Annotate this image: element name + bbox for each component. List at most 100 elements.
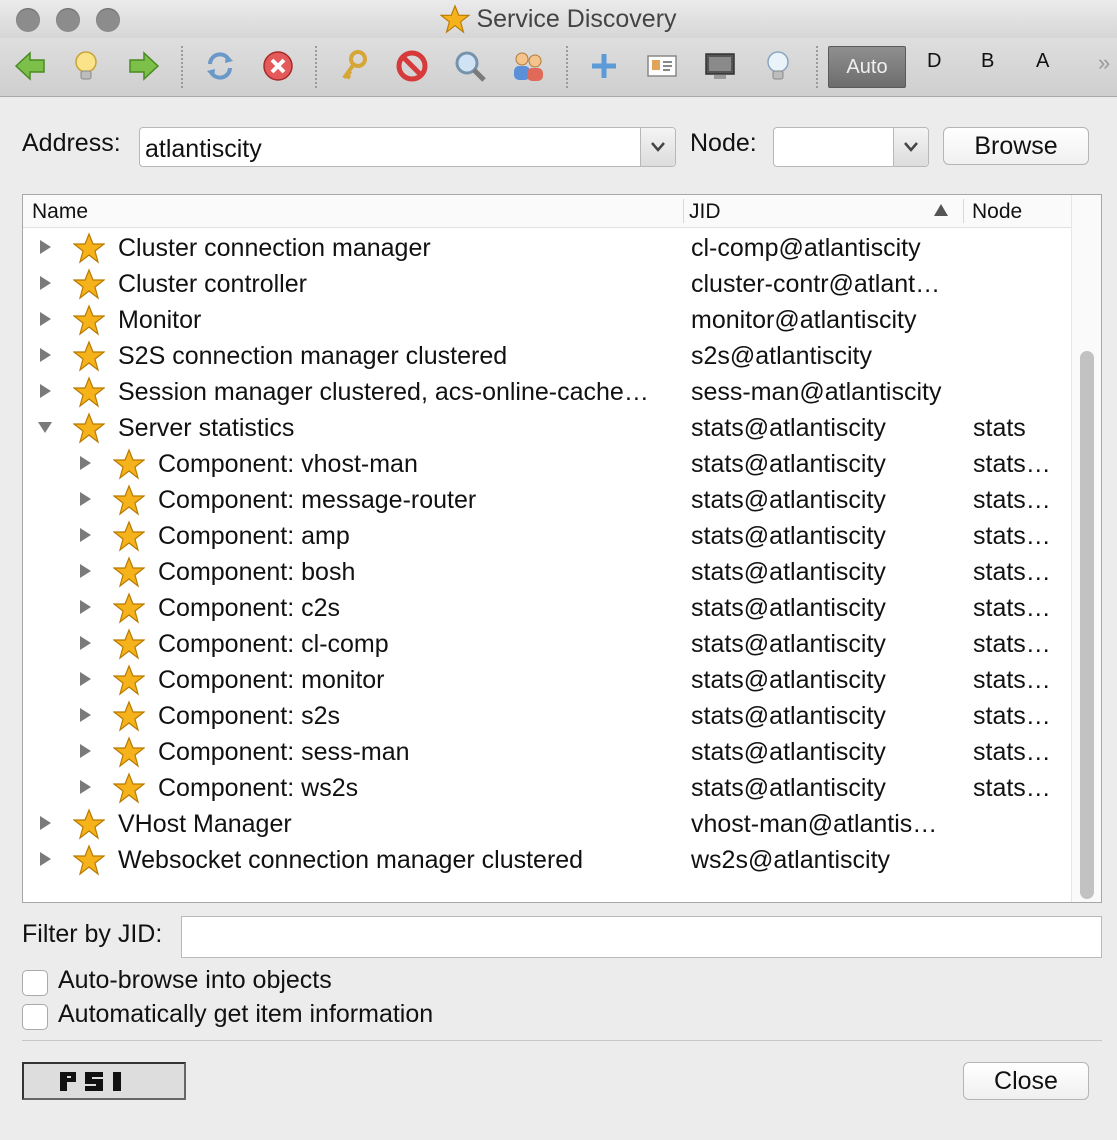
disclosure-triangle-collapsed-icon[interactable] [37, 347, 53, 363]
tree-row[interactable]: Component: amp stats@atlantiscity stats… [23, 517, 1071, 553]
row-name: Server statistics [118, 414, 295, 442]
block-icon[interactable] [394, 48, 430, 84]
chevron-down-icon [651, 142, 665, 152]
disclosure-triangle-collapsed-icon[interactable] [77, 527, 93, 543]
disclosure-triangle-collapsed-icon[interactable] [77, 743, 93, 759]
disclosure-triangle-collapsed-icon[interactable] [77, 563, 93, 579]
service-discovery-window: Service Discovery Auto D B A » Address: … [0, 0, 1117, 1140]
column-header-name[interactable]: Name [32, 200, 88, 224]
add-icon[interactable] [586, 48, 622, 84]
row-jid: ws2s@atlantiscity [691, 846, 891, 874]
row-jid: cluster-contr@atlant… [691, 270, 941, 298]
close-button[interactable]: Close [963, 1062, 1089, 1100]
discovery-tree[interactable]: Name JID Node Cluster connection manager… [22, 194, 1102, 903]
tree-row[interactable]: Session manager clustered, acs-online-ca… [23, 373, 1071, 409]
disclosure-triangle-collapsed-icon[interactable] [37, 383, 53, 399]
tree-row[interactable]: Component: message-router stats@atlantisc… [23, 481, 1071, 517]
tree-row[interactable]: Component: sess-man stats@atlantiscity sta… [23, 733, 1071, 769]
tree-row[interactable]: Server statistics stats@atlantiscity stats [23, 409, 1071, 445]
disclosure-triangle-collapsed-icon[interactable] [77, 779, 93, 795]
tree-row[interactable]: Component: cl-comp stats@atlantiscity stat… [23, 625, 1071, 661]
row-name: VHost Manager [118, 810, 292, 838]
tree-row[interactable]: Component: monitor stats@atlantiscity stat… [23, 661, 1071, 697]
row-node: stats… [973, 630, 1051, 658]
address-label: Address: [22, 129, 121, 157]
auto-info-checkbox[interactable] [22, 1004, 48, 1030]
info-bulb-icon[interactable] [760, 48, 796, 84]
disclosure-triangle-collapsed-icon[interactable] [77, 671, 93, 687]
row-jid: stats@atlantiscity [691, 522, 886, 550]
star-icon [112, 592, 146, 624]
row-jid: stats@atlantiscity [691, 630, 886, 658]
disclosure-triangle-collapsed-icon[interactable] [77, 635, 93, 651]
vcard-icon[interactable] [644, 48, 680, 84]
auto-browse-checkbox[interactable] [22, 970, 48, 996]
address-combobox[interactable]: atlantiscity [139, 127, 676, 167]
tree-row[interactable]: Cluster connection manager cl-comp@atlant… [23, 229, 1071, 265]
disclosure-triangle-collapsed-icon[interactable] [37, 239, 53, 255]
tree-row[interactable]: Monitor monitor@atlantiscity [23, 301, 1071, 337]
node-combobox[interactable] [773, 127, 929, 167]
disclosure-triangle-collapsed-icon[interactable] [37, 851, 53, 867]
refresh-icon[interactable] [202, 48, 238, 84]
forward-arrow-icon[interactable] [126, 48, 162, 84]
monitor-icon[interactable] [702, 48, 738, 84]
row-jid: stats@atlantiscity [691, 450, 886, 478]
disclosure-triangle-collapsed-icon[interactable] [77, 455, 93, 471]
row-node: stats… [973, 702, 1051, 730]
d-button[interactable]: D [927, 50, 941, 73]
vertical-scrollbar[interactable] [1071, 195, 1101, 902]
scrollbar-thumb[interactable] [1080, 351, 1094, 899]
tree-row[interactable]: Websocket connection manager clustered ws… [23, 841, 1071, 877]
tree-row[interactable]: Cluster controller cluster-contr@atlant… [23, 265, 1071, 301]
row-name: Websocket connection manager clustered [118, 846, 584, 874]
row-name: Component: sess-man [158, 738, 410, 766]
auto-browse-label[interactable]: Auto-browse into objects [58, 966, 332, 995]
star-icon [112, 556, 146, 588]
window-title: Service Discovery [0, 4, 1117, 34]
tree-row[interactable]: S2S connection manager clustered s2s@atla… [23, 337, 1071, 373]
disclosure-triangle-collapsed-icon[interactable] [77, 599, 93, 615]
row-node: stats… [973, 594, 1051, 622]
b-button[interactable]: B [981, 50, 994, 73]
browse-button[interactable]: Browse [943, 127, 1089, 165]
tree-row[interactable]: Component: ws2s stats@atlantiscity stats… [23, 769, 1071, 805]
disclosure-triangle-collapsed-icon[interactable] [37, 275, 53, 291]
row-jid: stats@atlantiscity [691, 738, 886, 766]
star-icon [72, 376, 106, 408]
row-node: stats [973, 414, 1026, 442]
row-node: stats… [973, 558, 1051, 586]
a-button[interactable]: A [1036, 50, 1049, 73]
disclosure-triangle-expanded-icon[interactable] [37, 419, 53, 435]
node-label: Node: [690, 129, 757, 157]
disclosure-triangle-collapsed-icon[interactable] [77, 707, 93, 723]
tree-row[interactable]: Component: c2s stats@atlantiscity stats… [23, 589, 1071, 625]
lightbulb-icon[interactable] [68, 48, 104, 84]
key-icon[interactable] [336, 48, 372, 84]
tree-row[interactable]: VHost Manager vhost-man@atlantis… [23, 805, 1071, 841]
disclosure-triangle-collapsed-icon[interactable] [77, 491, 93, 507]
magnifier-icon[interactable] [452, 48, 488, 84]
users-icon[interactable] [510, 48, 546, 84]
row-name: S2S connection manager clustered [118, 342, 508, 370]
node-dropdown-button[interactable] [893, 128, 928, 166]
tree-row[interactable]: Component: vhost-man stats@atlantiscity st… [23, 445, 1071, 481]
auto-info-label[interactable]: Automatically get item information [58, 1000, 433, 1029]
filter-jid-input[interactable] [181, 916, 1102, 958]
auto-button[interactable]: Auto [828, 46, 906, 88]
tree-row[interactable]: Component: bosh stats@atlantiscity stats… [23, 553, 1071, 589]
address-value[interactable]: atlantiscity [145, 135, 262, 164]
toolbar-overflow-icon[interactable]: » [1098, 50, 1110, 76]
address-dropdown-button[interactable] [640, 128, 675, 166]
column-header-jid[interactable]: JID [689, 200, 721, 224]
stop-icon[interactable] [260, 48, 296, 84]
toolbar-separator [816, 46, 818, 88]
disclosure-triangle-collapsed-icon[interactable] [37, 311, 53, 327]
disclosure-triangle-collapsed-icon[interactable] [37, 815, 53, 831]
tree-row[interactable]: Component: s2s stats@atlantiscity stats… [23, 697, 1071, 733]
tree-header: Name JID Node [23, 195, 1071, 228]
row-node: stats… [973, 666, 1051, 694]
back-arrow-icon[interactable] [12, 48, 48, 84]
title-bar: Service Discovery [0, 0, 1117, 38]
column-header-node[interactable]: Node [972, 200, 1022, 224]
